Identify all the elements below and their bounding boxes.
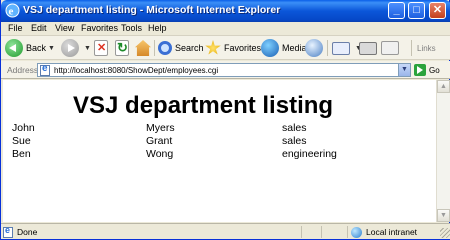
forward-button[interactable]: ▼ — [61, 38, 91, 58]
mail-icon — [332, 41, 350, 55]
history-icon — [305, 39, 323, 57]
address-url[interactable]: http://localhost:8080/ShowDept/employees… — [54, 66, 218, 75]
intranet-zone-icon — [351, 226, 362, 238]
search-button[interactable]: Search — [158, 38, 204, 58]
address-dropdown-button[interactable]: ▼ — [398, 64, 410, 76]
vertical-scrollbar[interactable]: ▲ ▼ — [436, 80, 450, 222]
favorites-label: Favorites — [224, 43, 262, 53]
media-icon — [261, 39, 279, 57]
stop-icon — [94, 40, 108, 56]
maximize-button[interactable]: □ — [408, 2, 425, 19]
favorites-star-icon — [205, 40, 221, 55]
mail-button[interactable]: ▼ — [332, 38, 362, 58]
scroll-down-button[interactable]: ▼ — [437, 209, 450, 222]
edit-page-icon — [381, 41, 399, 55]
stop-button[interactable] — [94, 38, 111, 58]
menu-edit[interactable]: Edit — [31, 23, 47, 33]
search-icon — [158, 41, 172, 55]
menu-tools[interactable]: Tools — [121, 23, 142, 33]
scroll-up-button[interactable]: ▲ — [437, 80, 450, 93]
first-name-cell: John — [12, 122, 35, 134]
address-bar: Address http://localhost:8080/ShowDept/e… — [1, 61, 450, 79]
refresh-icon — [115, 40, 129, 56]
back-button[interactable]: Back ▼ — [5, 38, 55, 58]
edit-button[interactable] — [381, 38, 402, 58]
security-zone[interactable]: Local intranet — [347, 226, 417, 238]
table-row: Ben Wong engineering — [12, 148, 337, 161]
employee-table: John Myers sales Sue Grant sales Ben Won… — [12, 122, 337, 161]
resize-grip[interactable] — [440, 228, 450, 238]
page-heading: VSJ department listing — [73, 92, 334, 119]
printer-icon — [359, 41, 377, 55]
close-button[interactable]: ✕ — [429, 2, 446, 19]
links-label[interactable]: Links — [417, 44, 436, 53]
department-cell: sales — [282, 122, 307, 134]
favorites-button[interactable]: Favorites — [205, 38, 261, 58]
last-name-cell: Wong — [146, 148, 174, 160]
go-button[interactable]: Go — [414, 63, 440, 77]
title-bar[interactable]: e VSJ department listing - Microsoft Int… — [1, 0, 450, 22]
last-name-cell: Myers — [146, 122, 175, 134]
zone-label: Local intranet — [366, 227, 418, 237]
page-icon — [3, 225, 13, 238]
print-button[interactable] — [359, 38, 380, 58]
media-button[interactable]: Media — [261, 38, 307, 58]
department-cell: engineering — [282, 148, 337, 160]
toolbar-separator — [154, 40, 155, 56]
address-input[interactable]: http://localhost:8080/ShowDept/employees… — [37, 63, 411, 77]
menu-bar: File Edit View Favorites Tools Help — [1, 22, 450, 36]
media-label: Media — [282, 43, 307, 53]
status-bar: Done Local intranet — [1, 223, 450, 239]
search-label: Search — [175, 43, 204, 53]
toolbar-separator — [411, 40, 412, 56]
menu-help[interactable]: Help — [148, 23, 167, 33]
go-label: Go — [429, 65, 440, 75]
go-arrow-icon — [414, 64, 426, 76]
status-panel — [321, 226, 347, 238]
menu-view[interactable]: View — [55, 23, 74, 33]
home-button[interactable] — [135, 38, 154, 58]
status-panel — [301, 226, 321, 238]
first-name-cell: Sue — [12, 135, 31, 147]
first-name-cell: Ben — [12, 148, 31, 160]
back-label: Back — [26, 43, 47, 53]
chevron-down-icon: ▼ — [84, 44, 91, 52]
table-row: John Myers sales — [12, 122, 337, 135]
menu-favorites[interactable]: Favorites — [81, 23, 118, 33]
status-text: Done — [17, 227, 38, 237]
refresh-button[interactable] — [115, 38, 132, 58]
department-cell: sales — [282, 135, 307, 147]
page-icon — [40, 63, 50, 76]
browser-window: e VSJ department listing - Microsoft Int… — [0, 0, 450, 240]
home-icon — [135, 40, 151, 56]
page-content: VSJ department listing John Myers sales … — [3, 80, 436, 222]
table-row: Sue Grant sales — [12, 135, 337, 148]
forward-arrow-icon — [61, 39, 79, 57]
svg-text:e: e — [9, 6, 14, 18]
back-arrow-icon — [5, 39, 23, 57]
status-message: Done — [3, 225, 38, 238]
address-label: Address — [7, 65, 39, 75]
history-button[interactable] — [305, 38, 326, 58]
chevron-down-icon: ▼ — [48, 44, 55, 52]
toolbar-separator — [327, 40, 328, 56]
window-title: VSJ department listing - Microsoft Inter… — [23, 4, 281, 16]
minimize-button[interactable]: _ — [388, 2, 405, 19]
last-name-cell: Grant — [146, 135, 173, 147]
internet-explorer-icon: e — [5, 3, 20, 18]
standard-toolbar: Back ▼ ▼ Search Favorites Media — [1, 36, 450, 60]
menu-file[interactable]: File — [8, 23, 23, 33]
